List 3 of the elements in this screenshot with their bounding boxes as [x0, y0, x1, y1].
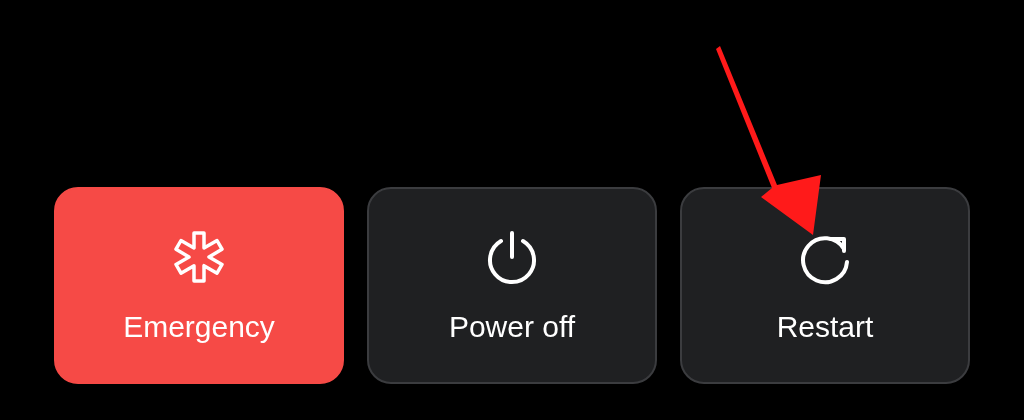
- emergency-button[interactable]: Emergency: [54, 187, 344, 384]
- power-menu-button[interactable]: Restart: [680, 187, 970, 384]
- power-menu-button[interactable]: Power off: [367, 187, 657, 384]
